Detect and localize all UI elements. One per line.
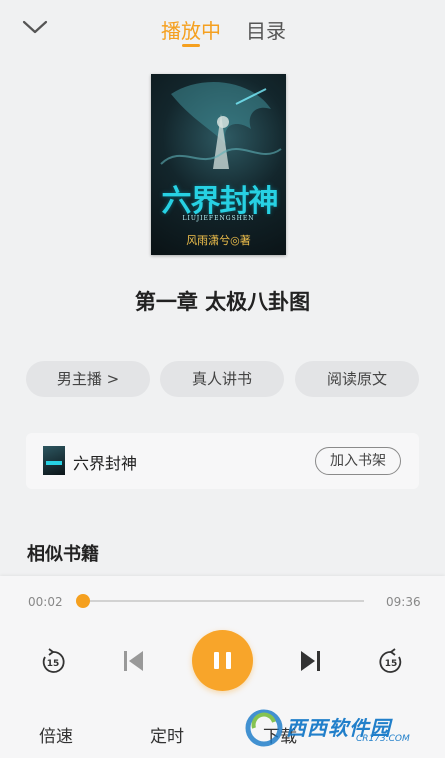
- current-time: 00:02: [28, 595, 63, 609]
- tab-now-playing[interactable]: 播放中: [161, 15, 221, 44]
- pause-button[interactable]: [192, 630, 253, 691]
- forward-icon: 15: [379, 648, 402, 673]
- active-tab-indicator: [182, 44, 200, 47]
- skip-previous-icon: [124, 651, 143, 671]
- pause-icon-bar: [226, 652, 231, 669]
- pause-icon: [214, 652, 219, 669]
- rewind-icon: 15: [42, 648, 65, 673]
- book-info-card[interactable]: 六界封神 加入书架: [26, 433, 419, 489]
- human-reading-button[interactable]: 真人讲书: [160, 361, 284, 397]
- book-cover: 六界封神 LIUJIEFENGSHEN 风雨潇兮◎著: [151, 74, 286, 255]
- total-time: 09:36: [386, 595, 421, 609]
- previous-button[interactable]: [123, 649, 145, 673]
- next-button[interactable]: [299, 649, 321, 673]
- site-watermark: 西西软件园 CR173.COM: [244, 708, 426, 750]
- cover-artwork: [160, 82, 282, 169]
- cover-pinyin: LIUJIEFENGSHEN: [182, 215, 255, 222]
- cover-title: 六界封神: [161, 184, 279, 219]
- read-original-button[interactable]: 阅读原文: [295, 361, 419, 397]
- book-name: 六界封神: [73, 454, 138, 473]
- forward-15-button[interactable]: 15: [377, 648, 405, 676]
- chapter-title: 第一章 太极八卦图: [134, 290, 311, 314]
- progress-track[interactable]: [83, 600, 364, 602]
- watermark-url: CR173.COM: [356, 734, 410, 744]
- book-thumbnail: [43, 446, 65, 475]
- rewind-15-button[interactable]: 15: [39, 648, 67, 676]
- cover-author: 风雨潇兮◎著: [186, 234, 251, 247]
- progress-handle[interactable]: [76, 594, 90, 608]
- forward-seconds: 15: [385, 659, 398, 669]
- collapse-chevron-icon[interactable]: [22, 17, 48, 37]
- skip-next-icon: [301, 651, 320, 671]
- speed-button[interactable]: 倍速: [39, 722, 73, 747]
- narrator-button[interactable]: 男主播 >: [26, 361, 150, 397]
- similar-books-heading: 相似书籍: [27, 544, 99, 565]
- watermark-logo-icon: [245, 709, 283, 747]
- add-to-shelf-button[interactable]: 加入书架: [315, 447, 401, 475]
- rewind-seconds: 15: [47, 659, 60, 669]
- timer-button[interactable]: 定时: [150, 722, 184, 747]
- tab-table-of-contents[interactable]: 目录: [246, 15, 286, 44]
- top-bar: 播放中 目录: [0, 0, 445, 60]
